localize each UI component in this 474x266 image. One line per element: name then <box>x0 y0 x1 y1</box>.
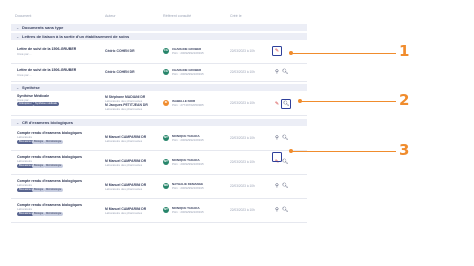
group-label: Lettres de liaison à la sortie d'un étab… <box>22 34 130 39</box>
group-header[interactable]: ⌄ Lettres de liaison à la sortie d'un éta… <box>11 33 307 40</box>
magnifier-icon[interactable]: 🔍︎ <box>282 183 288 189</box>
author-organisation: Laboratoire des pharmacies <box>105 211 143 215</box>
magnifier-icon[interactable]: 🔍︎ <box>282 69 288 75</box>
document-subtitle: Créé par… <box>17 73 32 77</box>
table-row[interactable]: Compte rendu d'examens biologiques Labor… <box>11 199 307 223</box>
author-organisation: Laboratoire des pharmacies <box>105 139 143 143</box>
tag: Intéropérer <box>17 102 34 106</box>
referent-id: PH1 : 20092992109915 <box>172 210 204 214</box>
magnifier-icon[interactable]: 🔍︎ <box>282 159 288 165</box>
col-header-document[interactable]: Document <box>15 14 31 22</box>
table-row[interactable]: Lettre de suivi de la 1506-GRUBER Créé p… <box>11 41 307 64</box>
tag: Microbiologie <box>44 140 64 144</box>
author-organisation: Laboratoire des pharmacies <box>105 163 143 167</box>
paperclip-icon[interactable]: ⚲ <box>274 69 280 75</box>
table-row[interactable]: Lettre de suivi de la 1506-GRUBER Créé p… <box>11 64 307 82</box>
table-row[interactable]: Compte rendu d'examens biologiques Labor… <box>11 175 307 199</box>
group-header[interactable]: ⌄ CR d'examens biologiques <box>11 119 307 126</box>
created-date: 22/03/2023 à 10h <box>230 70 255 74</box>
paperclip-icon[interactable]: ⚲ <box>274 135 280 141</box>
document-subtitle: Laboratoire <box>17 207 33 211</box>
created-date: 22/03/2023 à 10h <box>230 160 255 164</box>
author-name: Cédric COHEN DR <box>105 49 135 53</box>
referent-id: PH1 : 20092992109915 <box>172 72 204 76</box>
documents-table: Document Auteur Référent consulté Créé l… <box>11 6 307 244</box>
created-date: 22/03/2023 à 10h <box>230 136 255 140</box>
callout-line-3 <box>292 150 396 152</box>
callout-number-1: 1 <box>399 42 410 60</box>
referent-id: PH1 : 27749762050905 <box>172 103 204 107</box>
group-header[interactable]: ⌄ Documents sans type <box>11 24 307 31</box>
author-name: Cédric COHEN DR <box>105 70 135 74</box>
magnifier-icon[interactable]: 🔍︎ <box>282 135 288 141</box>
document-subtitle: Laboratoire <box>17 135 33 139</box>
group-header[interactable]: ⌄ Synthèse <box>11 84 307 91</box>
col-header-date[interactable]: Créé le <box>230 14 242 22</box>
created-date: 22/03/2023 à 10h <box>230 49 255 53</box>
callout-line-1 <box>292 52 396 54</box>
table-row[interactable]: Compte rendu d'examens biologiques Labor… <box>11 127 307 151</box>
tag: Microbiologie <box>44 212 64 216</box>
author-organisation: Laboratoire des pharmacies <box>105 187 143 191</box>
created-date: 22/03/2023 à 10h <box>230 101 255 105</box>
avatar: CG <box>163 69 169 75</box>
document-subtitle: Laboratoire <box>17 183 33 187</box>
callout-number-2: 2 <box>399 91 410 109</box>
avatar: CG <box>163 48 169 54</box>
author-organisation: Laboratoire des pharmacies <box>105 107 143 111</box>
paperclip-icon[interactable]: ⚲ <box>274 183 280 189</box>
callout-line-2 <box>301 100 396 102</box>
table-row[interactable]: Compte rendu d'examens biologiques Labor… <box>11 151 307 175</box>
avatar: MT <box>163 135 169 141</box>
avatar: IN <box>163 100 169 106</box>
magnifier-icon[interactable]: 🔍︎ <box>282 207 288 213</box>
callout-number-3: 3 <box>399 141 410 159</box>
tag: Microbiologie <box>44 164 64 168</box>
tag: Microbiologie <box>44 188 64 192</box>
document-title[interactable]: Lettre de suivi de la 1506-GRUBER <box>17 68 76 72</box>
highlight-box-2 <box>281 99 291 109</box>
referent-id: PH1 : 20092992109915 <box>172 51 204 55</box>
document-subtitle: Créé par… <box>17 52 32 56</box>
document-title[interactable]: Lettre de suivi de la 1506-GRUBER <box>17 47 76 51</box>
table-row[interactable]: Synthèse Médicale Créé par… Intéropérer … <box>11 92 307 116</box>
highlight-box-3 <box>272 152 282 162</box>
avatar: MD <box>163 183 169 189</box>
referent-id: PH1 : 20092992109915 <box>172 186 204 190</box>
col-header-referent[interactable]: Référent consulté <box>163 14 191 22</box>
highlight-box-1 <box>272 46 282 56</box>
avatar: MT <box>163 207 169 213</box>
referent-id: PH1 : 20092992109915 <box>172 138 204 142</box>
referent-id: PH1 : 20092992109915 <box>172 162 204 166</box>
paperclip-icon[interactable]: ⚲ <box>274 207 280 213</box>
tag: Synthèse médicale <box>33 102 59 106</box>
created-date: 22/03/2023 à 10h <box>230 184 255 188</box>
created-date: 22/03/2023 à 10h <box>230 208 255 212</box>
document-subtitle: Laboratoire <box>17 159 33 163</box>
col-header-author[interactable]: Auteur <box>105 14 116 22</box>
group-label: Documents sans type <box>22 25 64 30</box>
group-label: Synthèse <box>22 85 40 90</box>
group-label: CR d'examens biologiques <box>22 120 73 125</box>
avatar: MT <box>163 159 169 165</box>
paperclip-icon[interactable]: ✎ <box>274 101 280 107</box>
